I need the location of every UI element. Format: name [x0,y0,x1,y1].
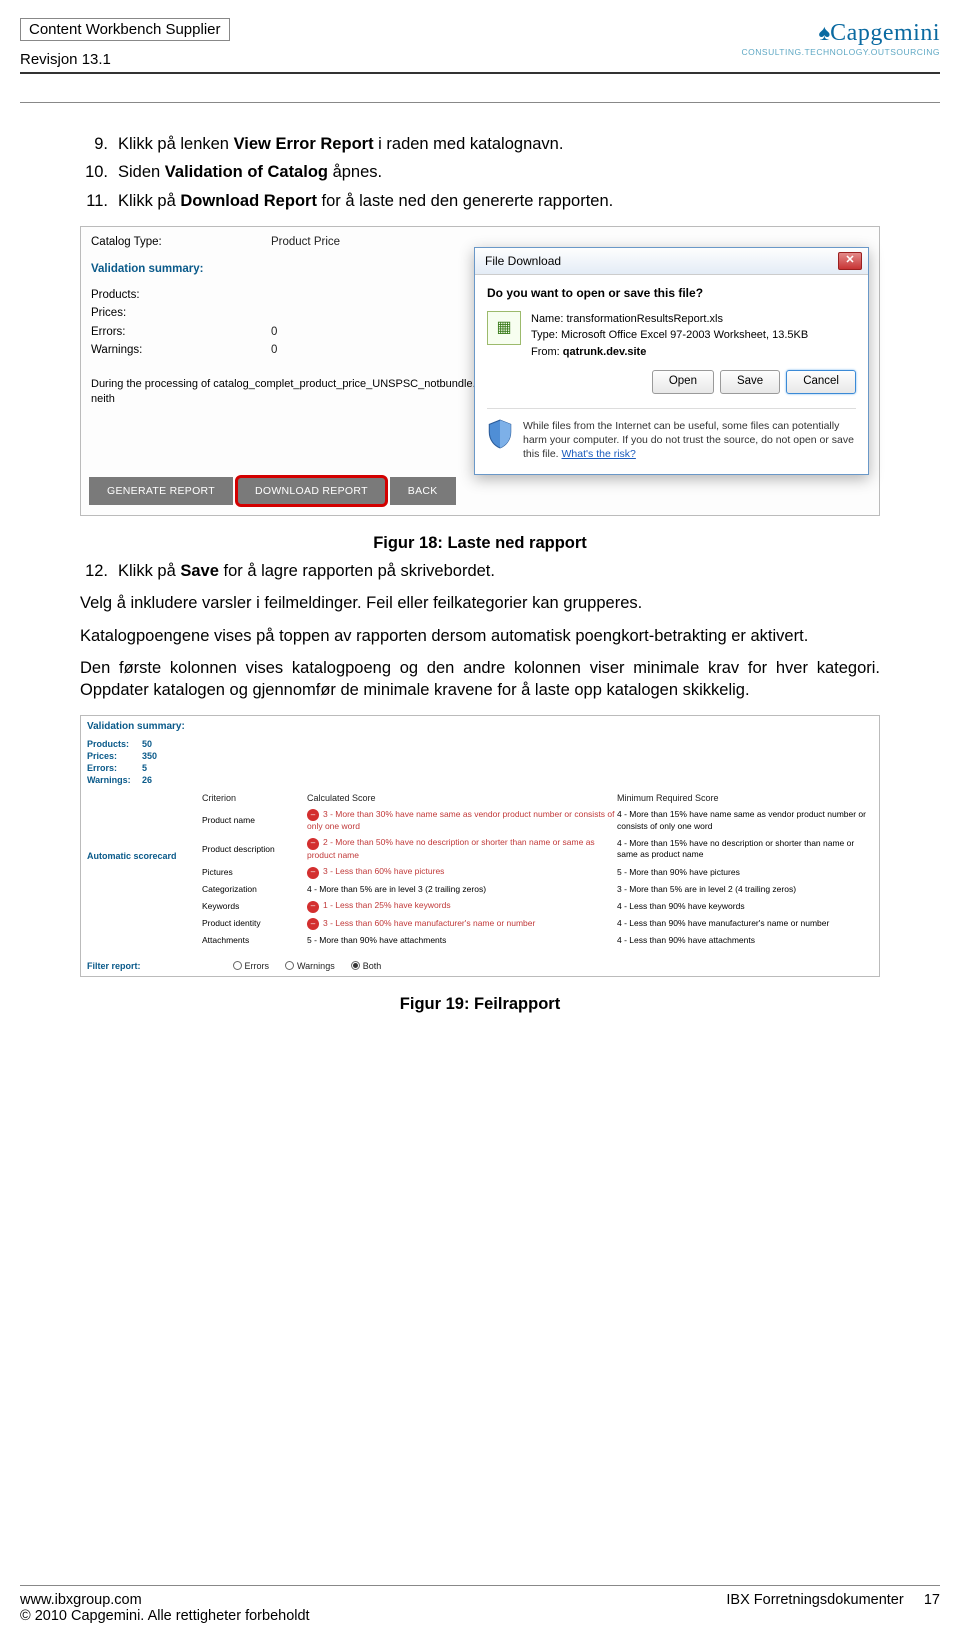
errors-value: 0 [271,325,277,341]
spade-icon: ♠ [818,20,830,45]
error-badge-icon: – [307,918,319,930]
footer-url: www.ibxgroup.com [20,1592,310,1608]
file-from-label: From: [531,346,560,358]
filter-report-label: Filter report: [87,960,141,972]
doc-title: Content Workbench Supplier [20,18,230,41]
s2-warnings-label: Warnings: [87,774,142,786]
catalog-type-label: Catalog Type: [91,235,211,251]
logo: ♠Capgemini CONSULTING.TECHNOLOGY.OUTSOUR… [742,18,940,57]
dialog-title: File Download [485,253,561,269]
products-label: Products: [91,288,211,304]
col-minimum: Minimum Required Score [617,792,873,804]
figure-18-caption: Figur 18: Laste ned rapport [80,532,880,554]
scorecard-row: Product name–3 - More than 30% have name… [202,809,873,833]
processing-text: During the processing of catalog_complet… [91,377,501,407]
error-badge-icon: – [307,901,319,913]
figure-19-caption: Figur 19: Feilrapport [80,993,880,1015]
logo-tagline: CONSULTING.TECHNOLOGY.OUTSOURCING [742,47,940,57]
col-criterion: Criterion [202,792,307,804]
file-type-label: Type: [531,329,558,341]
screenshot-validation: Catalog Type: Product Price Validation su… [80,226,880,516]
content-area: 9. Klikk på lenken View Error Report i r… [0,103,960,1015]
s2-errors-label: Errors: [87,762,142,774]
step-9: 9. Klikk på lenken View Error Report i r… [80,133,880,155]
automatic-scorecard-label: Automatic scorecard [87,792,202,951]
dialog-question: Do you want to open or save this file? [487,285,856,301]
step-11: 11. Klikk på Download Report for å laste… [80,190,880,212]
whats-the-risk-link[interactable]: What's the risk? [562,448,636,460]
s2-errors-val: 5 [142,762,147,774]
paragraph-1: Velg å inkludere varsler i feilmeldinger… [80,592,880,614]
shield-icon [487,419,513,449]
catalog-type-value: Product Price [271,235,340,251]
cancel-button[interactable]: Cancel [786,370,856,394]
filter-both-radio[interactable]: Both [351,960,382,972]
generate-report-button[interactable]: GENERATE REPORT [89,477,233,505]
open-button[interactable]: Open [652,370,714,394]
s2-products-label: Products: [87,738,142,750]
back-button[interactable]: BACK [390,477,456,505]
screenshot-scorecard: Validation summary: Products:50 Prices:3… [80,715,880,976]
prices-label: Prices: [91,306,211,322]
s2-validation-summary-heading: Validation summary: [87,720,873,734]
col-calculated: Calculated Score [307,792,617,804]
scorecard-row: Pictures–3 - Less than 60% have pictures… [202,866,873,878]
file-from-value: qatrunk.dev.site [563,346,647,358]
scorecard-row: Categorization4 - More than 5% are in le… [202,884,873,895]
file-name-label: Name: [531,313,563,325]
paragraph-2: Katalogpoengene vises på toppen av rappo… [80,625,880,647]
filter-warnings-radio[interactable]: Warnings [285,960,335,972]
s2-products-val: 50 [142,738,152,750]
s2-warnings-val: 26 [142,774,152,786]
download-report-button[interactable]: DOWNLOAD REPORT [237,477,386,505]
s2-prices-label: Prices: [87,750,142,762]
file-type-value: Microsoft Office Excel 97-2003 Worksheet… [561,329,808,341]
warnings-label: Warnings: [91,343,211,359]
file-download-dialog: File Download ✕ Do you want to open or s… [474,247,869,475]
filter-errors-radio[interactable]: Errors [233,960,270,972]
scorecard-row: Keywords–1 - Less than 25% have keywords… [202,900,873,912]
footer-doc: IBX Forretningsdokumenter [726,1592,903,1608]
page-header: Content Workbench Supplier Revisjon 13.1… [0,0,960,74]
footer-page: 17 [924,1592,940,1608]
paragraph-3: Den første kolonnen vises katalogpoeng o… [80,657,880,702]
scorecard-row: Attachments5 - More than 90% have attach… [202,935,873,946]
scorecard-row: Product identity–3 - Less than 60% have … [202,918,873,930]
error-badge-icon: – [307,809,319,821]
close-icon[interactable]: ✕ [838,252,862,270]
error-badge-icon: – [307,867,319,879]
excel-file-icon: ▦ [487,311,521,345]
s2-prices-val: 350 [142,750,157,762]
doc-revision: Revisjon 13.1 [20,51,230,68]
error-badge-icon: – [307,838,319,850]
warnings-value: 0 [271,343,277,359]
footer-copyright: © 2010 Capgemini. Alle rettigheter forbe… [20,1608,310,1624]
save-button[interactable]: Save [720,370,780,394]
step-10: 10. Siden Validation of Catalog åpnes. [80,161,880,183]
file-name-value: transformationResultsReport.xls [566,313,723,325]
dialog-warning: While files from the Internet can be use… [523,419,856,462]
page-footer: www.ibxgroup.com © 2010 Capgemini. Alle … [20,1585,940,1624]
errors-label: Errors: [91,325,211,341]
step-12: 12. Klikk på Save for å lagre rapporten … [80,560,880,582]
validation-summary-heading: Validation summary: [91,262,501,278]
scorecard-row: Product description–2 - More than 50% ha… [202,837,873,861]
